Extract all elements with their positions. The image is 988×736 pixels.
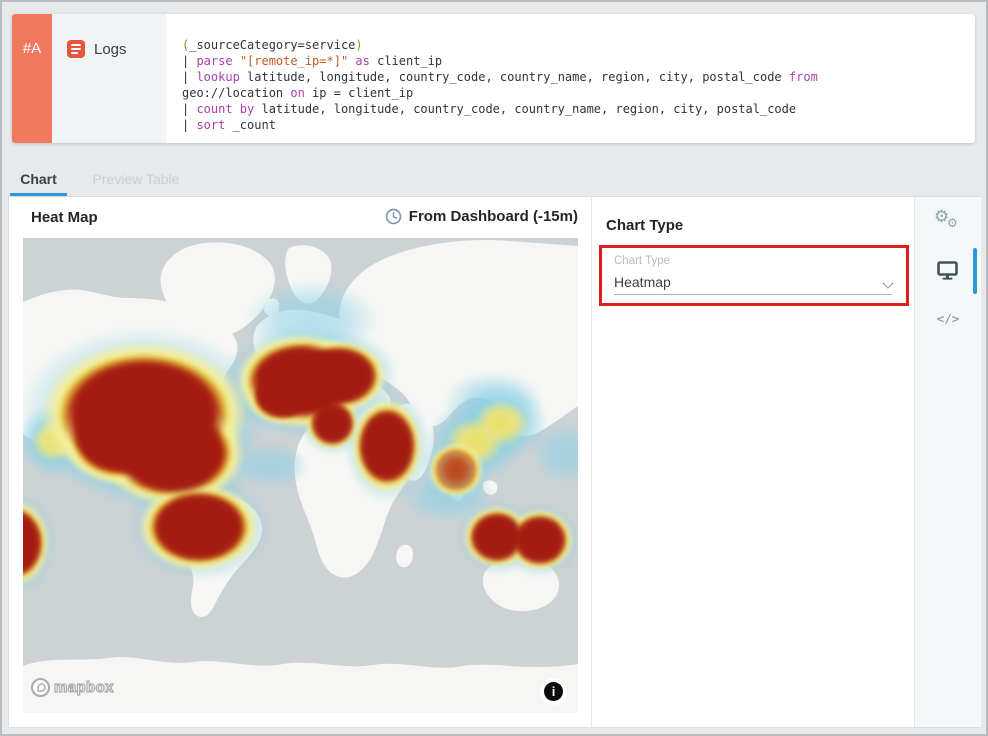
mapbox-logo[interactable]: mapbox (31, 678, 114, 697)
panel-badge: #A (12, 14, 52, 143)
chart-type-heading: Chart Type (606, 217, 683, 234)
chart-type-field-label: Chart Type (614, 255, 670, 267)
source-type-cell[interactable]: Logs (52, 14, 166, 143)
display-monitor-icon[interactable] (937, 260, 958, 285)
logs-icon (67, 40, 85, 58)
heat-core-layer (23, 238, 578, 713)
chart-type-value: Heatmap (614, 274, 671, 290)
annotation-box: Chart Type Heatmap (599, 245, 909, 306)
code-icon[interactable]: </> (915, 311, 981, 326)
panel-divider (591, 197, 592, 727)
icon-strip: ⚙ ⚙ </> (915, 197, 981, 727)
settings-gears-icon[interactable]: ⚙ ⚙ (934, 210, 962, 236)
heatmap-layer (23, 238, 578, 713)
main-panel: Heat Map From Dashboard (-15m) (8, 196, 980, 728)
query-panel: #A Logs (_sourceCategory=service)| parse… (12, 14, 975, 143)
active-tool-indicator (973, 248, 977, 294)
clock-icon (385, 208, 402, 225)
world-map[interactable]: mapbox i (23, 238, 578, 713)
panel-title: Heat Map (31, 209, 98, 226)
field-underline (614, 294, 892, 295)
chart-type-select[interactable]: Heatmap (614, 274, 892, 290)
info-icon[interactable]: i (544, 682, 563, 701)
time-range-label: From Dashboard (-15m) (409, 208, 578, 225)
tab-preview-table[interactable]: Preview Table (78, 165, 194, 196)
time-range[interactable]: From Dashboard (-15m) (383, 208, 578, 225)
source-type-label: Logs (94, 41, 127, 58)
tab-chart[interactable]: Chart (10, 165, 67, 196)
mapbox-pin-icon (31, 678, 50, 697)
query-text[interactable]: (_sourceCategory=service)| parse "[remot… (182, 37, 961, 133)
mapbox-wordmark: mapbox (54, 679, 114, 696)
